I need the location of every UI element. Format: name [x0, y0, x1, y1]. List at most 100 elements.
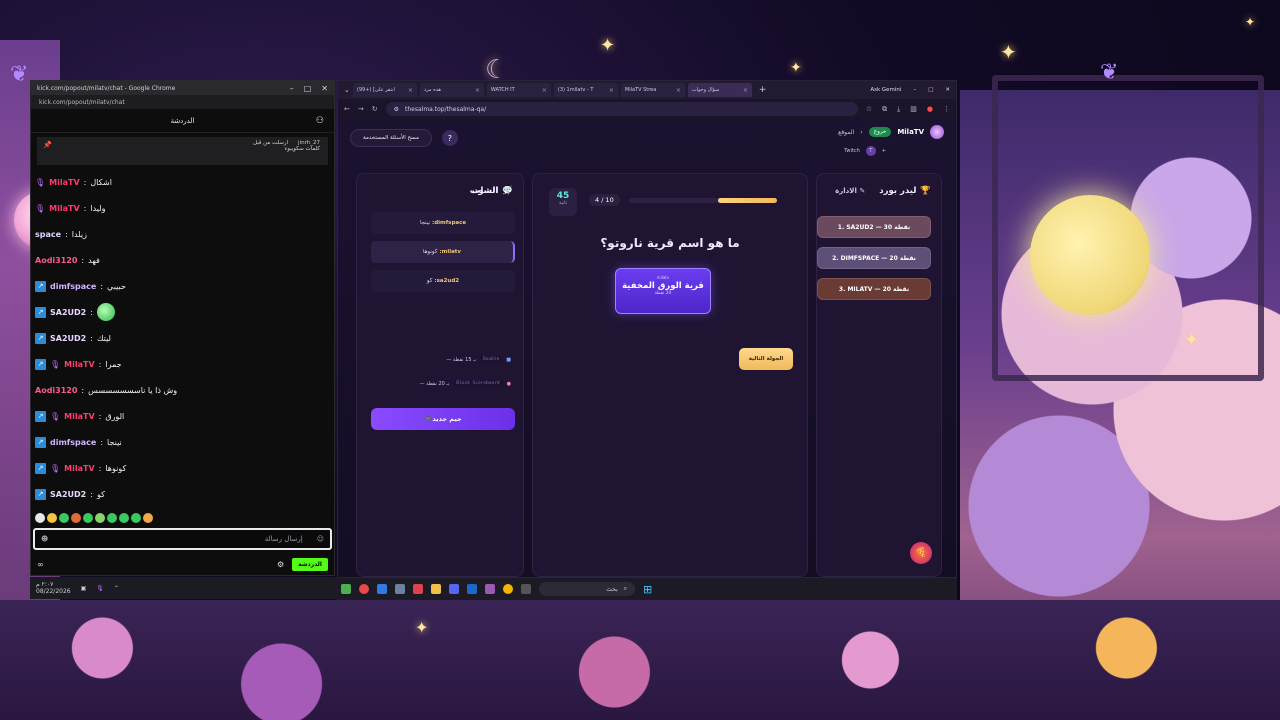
reload-icon[interactable]: ↻ — [372, 105, 378, 113]
maximize-icon[interactable]: □ — [928, 87, 933, 93]
chat-username[interactable]: SA2UD2 — [50, 490, 86, 499]
bookmark-star-icon[interactable]: ☆ — [866, 105, 872, 114]
extensions-icon[interactable]: ⧉ — [882, 105, 887, 114]
back-to-site-link[interactable]: الموقع — [838, 129, 854, 136]
logout-button[interactable]: خروج — [868, 127, 892, 137]
chevron-up-icon[interactable]: ⌃ — [114, 585, 119, 592]
new-game-button[interactable]: جيم جديد 🎮 — [371, 408, 515, 430]
emote-icon[interactable] — [71, 513, 81, 523]
chat-username[interactable]: Aodi3120 — [35, 256, 77, 265]
obs-icon[interactable] — [521, 584, 531, 594]
sidebar-icon[interactable]: ▥ — [910, 105, 917, 114]
close-icon[interactable]: × — [542, 87, 547, 94]
infinity-icon[interactable]: ∞ — [37, 560, 44, 569]
emote-icon[interactable] — [119, 513, 129, 523]
clear-used-questions-button[interactable]: مسح الأسئلة المستخدمة — [350, 129, 432, 147]
app-icon[interactable] — [359, 584, 369, 594]
chat-message: space: زيلدا — [31, 221, 334, 247]
chat-username[interactable]: MilaTV — [64, 360, 95, 369]
browser-tab[interactable]: (99+) [انتقر على × — [352, 83, 417, 97]
app-icon[interactable] — [377, 584, 387, 594]
chat-username[interactable]: Aodi3120 — [35, 386, 77, 395]
app-icon[interactable] — [485, 584, 495, 594]
settings-gear-icon[interactable]: ⚙ — [277, 560, 284, 569]
new-tab-button[interactable]: + — [759, 85, 767, 95]
emote-icon[interactable] — [107, 513, 117, 523]
users-icon[interactable]: ⚇ — [316, 116, 324, 126]
address-bar[interactable]: ⚙ thesalma.top/thesalma-qa/ — [385, 102, 858, 116]
app-icon[interactable] — [413, 584, 423, 594]
emote-icon[interactable] — [83, 513, 93, 523]
emote-icon[interactable] — [131, 513, 141, 523]
tab-menu-icon[interactable]: ⌄ — [344, 86, 350, 94]
help-button[interactable]: ? — [441, 130, 458, 146]
profile-avatar[interactable]: ● — [927, 105, 933, 114]
back-arrow-icon[interactable]: ← — [344, 105, 350, 113]
emote-picker-icon[interactable]: ☻ — [41, 535, 48, 543]
leaderboard-title-text: ليدر بورد — [879, 186, 917, 196]
chat-username[interactable]: space — [35, 230, 61, 239]
tab-label: سؤال وجواب — [691, 87, 720, 93]
browser-tab[interactable]: هذه مرد × — [419, 83, 484, 97]
download-icon[interactable]: ⤓ — [897, 105, 900, 114]
discord-icon[interactable] — [449, 584, 459, 594]
site-chat-item[interactable]: sa2ud2: كو — [371, 270, 515, 292]
chat-username[interactable]: MilaTV — [49, 178, 80, 187]
chat-send-button[interactable]: الدردشة — [292, 557, 328, 571]
minimize-icon[interactable]: – — [290, 84, 294, 93]
chat-username[interactable]: dimfspace — [50, 438, 96, 447]
chat-username[interactable]: SA2UD2 — [50, 334, 86, 343]
shop-item[interactable]: ● Block Scoreboard بـ 20 نقطة — — [420, 380, 511, 387]
smiley-icon[interactable]: ☺ — [317, 535, 324, 543]
floating-action-button[interactable]: 🍕 — [910, 542, 932, 564]
pinned-message[interactable]: jinrh_27 ارسلت من قبل كلمات سكويبوء 📌 — [37, 137, 328, 165]
windows-start-icon[interactable]: ⊞ — [643, 583, 652, 596]
pin-icon[interactable]: 📌 — [43, 141, 52, 149]
add-icon[interactable]: + — [882, 148, 886, 154]
minimize-icon[interactable]: – — [913, 87, 916, 93]
forward-arrow-icon[interactable]: → — [358, 105, 364, 113]
answer-card[interactable]: milatv قرية الورق المخفية 20 نقطة — [615, 268, 711, 314]
ask-gemini-button[interactable]: Ask Gemini — [870, 87, 901, 93]
file-explorer-icon[interactable] — [431, 584, 441, 594]
admin-link[interactable]: ✎ الادارة — [835, 187, 865, 195]
chat-username[interactable]: dimfspace — [50, 282, 96, 291]
close-icon[interactable]: × — [408, 87, 413, 94]
steam-icon[interactable] — [467, 584, 477, 594]
emote-icon[interactable] — [95, 513, 105, 523]
close-icon[interactable]: ✕ — [321, 84, 328, 93]
settings-icon[interactable] — [395, 584, 405, 594]
chat-username[interactable]: MilaTV — [64, 464, 95, 473]
taskbar-search[interactable]: بحث ⌕ — [539, 582, 635, 596]
maximize-icon[interactable]: □ — [304, 84, 312, 93]
chat-username[interactable]: SA2UD2 — [50, 308, 86, 317]
emote-icon[interactable] — [47, 513, 57, 523]
chrome-icon[interactable] — [503, 584, 513, 594]
close-icon[interactable]: × — [743, 87, 748, 94]
mic-icon[interactable]: 🎙 — [96, 585, 104, 592]
browser-tab[interactable]: (3) 1milatv - T × — [553, 83, 618, 97]
close-icon[interactable]: ✕ — [945, 87, 950, 93]
chat-message-input[interactable]: ☻ إرسال رسالة ☺ — [33, 528, 332, 550]
browser-tab[interactable]: WATCH IT × — [486, 83, 551, 97]
shop-item[interactable]: ■ Double بـ 15 نقطة — — [446, 356, 511, 363]
twitch-icon[interactable]: T — [865, 146, 876, 156]
close-icon[interactable]: × — [609, 87, 614, 94]
site-info-icon[interactable]: ⚙ — [394, 106, 399, 113]
emote-icon[interactable] — [35, 513, 45, 523]
close-icon[interactable]: × — [475, 87, 480, 94]
chat-username[interactable]: MilaTV — [64, 412, 95, 421]
emote-icon[interactable] — [59, 513, 69, 523]
browser-tab[interactable]: MilaTV Strea × — [620, 83, 685, 97]
close-icon[interactable]: × — [676, 87, 681, 94]
emote-icon[interactable] — [143, 513, 153, 523]
site-chat-item[interactable]: milatv: كونوها — [371, 241, 515, 263]
chat-username[interactable]: MilaTV — [49, 204, 80, 213]
browser-tab-active[interactable]: سؤال وجواب × — [687, 83, 752, 97]
site-chat-item[interactable]: dimfspace: نينجا — [371, 212, 515, 234]
admin-label: الادارة — [835, 187, 857, 195]
menu-dots-icon[interactable]: ⋮ — [943, 105, 950, 114]
xbox-icon[interactable] — [341, 584, 351, 594]
next-round-button[interactable]: الجولة التالية — [739, 348, 793, 370]
desktop-icon[interactable]: ▣ — [81, 585, 87, 592]
